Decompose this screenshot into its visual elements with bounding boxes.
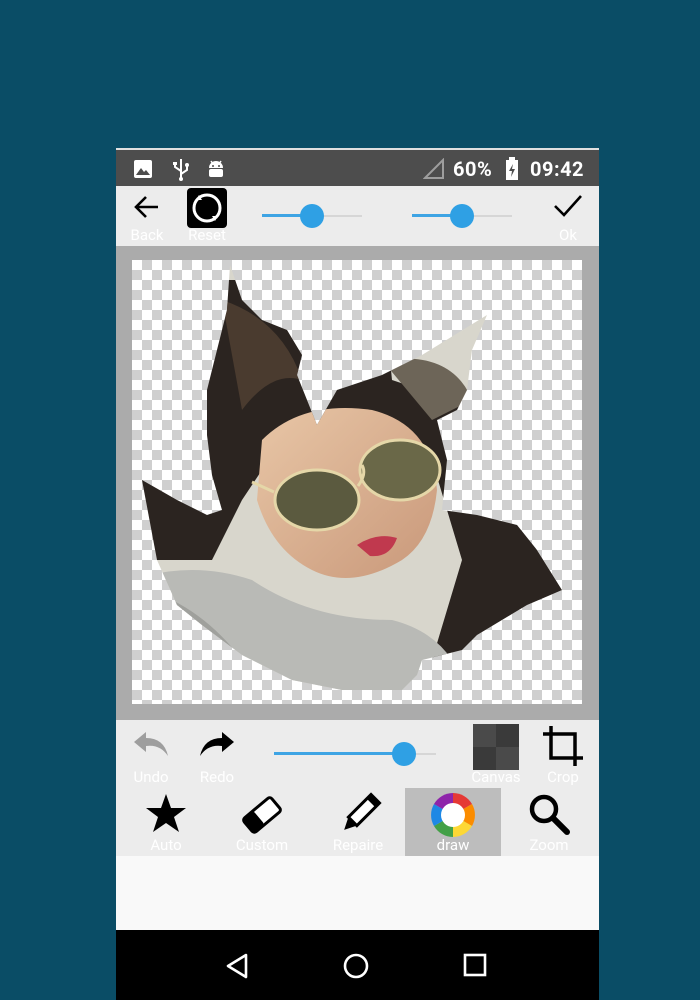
star-icon — [146, 794, 186, 832]
eraser-icon — [242, 796, 282, 834]
slider-thumb[interactable] — [392, 742, 416, 766]
clock: 09:42 — [530, 157, 585, 181]
custom-button[interactable]: Custom — [214, 788, 310, 856]
back-arrow-icon — [134, 196, 158, 218]
redo-button[interactable]: Redo — [194, 720, 240, 788]
offset-slider[interactable] — [412, 204, 512, 228]
battery-percent: 60% — [453, 157, 493, 181]
android-icon — [204, 156, 228, 182]
slider-fill — [274, 752, 404, 755]
reset-label: Reset — [188, 226, 226, 244]
ok-label: Ok — [559, 226, 577, 244]
pencil-icon — [344, 792, 382, 830]
mode-toolbar: Auto Custom Repaire draw Zoom — [116, 788, 599, 856]
crop-label: Crop — [547, 768, 579, 786]
usb-icon — [170, 156, 192, 182]
reset-button[interactable]: Reset — [182, 186, 232, 246]
leaf-cutout-photo[interactable] — [132, 260, 582, 704]
magnifier-icon — [529, 794, 570, 835]
auto-label: Auto — [150, 836, 182, 854]
undo-button[interactable]: Undo — [128, 720, 174, 788]
canvas-pattern-icon — [473, 724, 519, 770]
brush-size-slider[interactable] — [262, 204, 362, 228]
draw-label: draw — [436, 836, 470, 854]
check-icon — [554, 195, 582, 217]
back-button[interactable]: Back — [124, 186, 170, 246]
crop-icon — [543, 726, 583, 766]
redo-label: Redo — [199, 768, 235, 786]
signal-icon — [422, 156, 446, 182]
color-wheel-icon — [431, 793, 475, 837]
canvas-button[interactable]: Canvas — [466, 720, 526, 788]
auto-button[interactable]: Auto — [118, 788, 214, 856]
reset-icon — [187, 188, 227, 228]
status-bar: 60% 09:42 — [116, 148, 599, 186]
recents-nav-icon[interactable] — [462, 952, 488, 978]
battery-charging-icon — [502, 156, 522, 182]
custom-label: Custom — [235, 836, 289, 854]
zoom-label: Zoom — [529, 836, 569, 854]
phone-screen: 60% 09:42 Back Reset Ok Undo Redo Canvas… — [116, 148, 599, 1000]
undo-icon — [134, 732, 168, 756]
slider-thumb[interactable] — [450, 204, 474, 228]
zoom-button[interactable]: Zoom — [501, 788, 597, 856]
ok-button[interactable]: Ok — [546, 186, 590, 246]
crop-button[interactable]: Crop — [538, 720, 588, 788]
redo-icon — [200, 732, 234, 756]
editing-canvas[interactable] — [116, 246, 599, 720]
repaire-button[interactable]: Repaire — [310, 788, 406, 856]
opacity-slider[interactable] — [274, 742, 436, 766]
undo-label: Undo — [133, 768, 169, 786]
home-nav-icon[interactable] — [342, 952, 370, 980]
slider-thumb[interactable] — [300, 204, 324, 228]
back-nav-icon[interactable] — [224, 952, 250, 980]
repaire-label: Repaire — [332, 836, 384, 854]
edit-toolbar: Undo Redo Canvas Crop — [116, 720, 599, 788]
top-toolbar: Back Reset Ok — [116, 186, 599, 246]
transparent-background — [132, 260, 582, 704]
navigation-bar — [116, 930, 599, 1000]
back-label: Back — [130, 226, 164, 244]
draw-button[interactable]: draw — [405, 788, 501, 856]
canvas-label: Canvas — [471, 768, 521, 786]
image-icon — [132, 156, 154, 182]
